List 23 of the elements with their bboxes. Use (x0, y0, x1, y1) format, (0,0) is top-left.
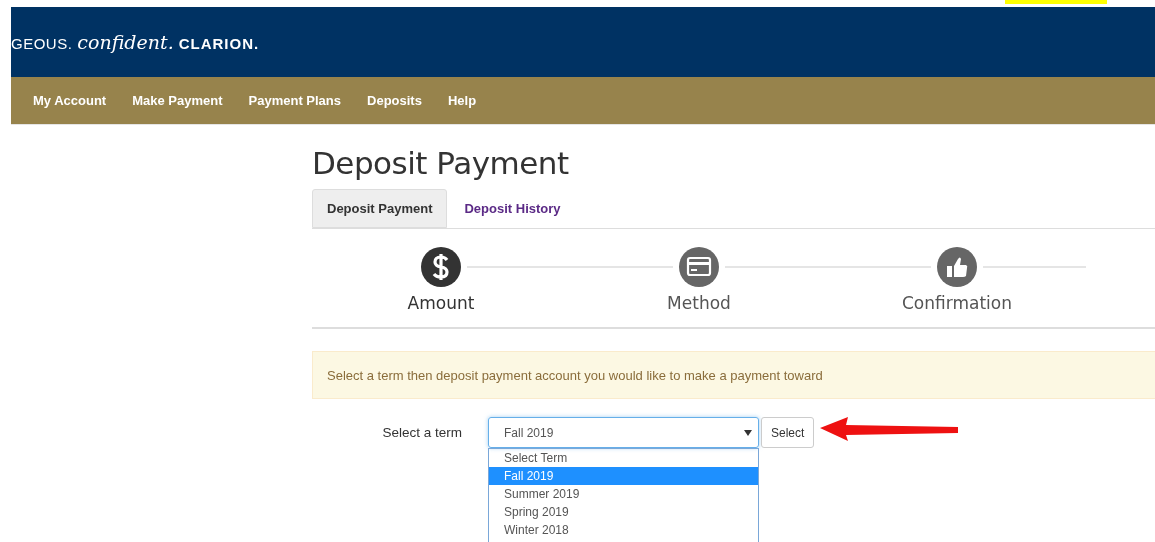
field-label: Select a term (381, 424, 462, 440)
logo-text: CLARION. (178, 35, 260, 52)
term-select[interactable]: Fall 2019 (488, 417, 759, 448)
dropdown-option[interactable]: Spring 2019 (489, 503, 758, 521)
select-button[interactable]: Select (761, 417, 815, 448)
dropdown-option[interactable]: Summer 2019 (489, 485, 758, 503)
dropdown-option[interactable]: Select Term (489, 449, 758, 467)
page-title: Deposit Payment (312, 145, 569, 181)
nav-link[interactable]: Payment Plans (248, 93, 342, 108)
nav-link[interactable]: My Account (33, 93, 107, 108)
nav-link[interactable]: Make Payment (132, 93, 223, 108)
step-label: Confirmation (902, 293, 1012, 313)
caret-icon (744, 429, 752, 436)
logo-text: confident. (77, 31, 174, 53)
tab[interactable]: Deposit Payment (312, 189, 448, 228)
nav-link[interactable]: Help (447, 93, 477, 108)
dropdown-option[interactable]: Winter 2018 (489, 521, 758, 539)
alert-text: Select a term then deposit payment account you would like to make a payment toward (327, 367, 823, 383)
nav-link[interactable]: Deposits (367, 93, 422, 108)
tab[interactable]: Deposit History (449, 189, 576, 228)
step-label: Amount (407, 293, 475, 313)
logo-text: GEOUS. (11, 35, 73, 52)
step-label: Method (667, 293, 731, 313)
